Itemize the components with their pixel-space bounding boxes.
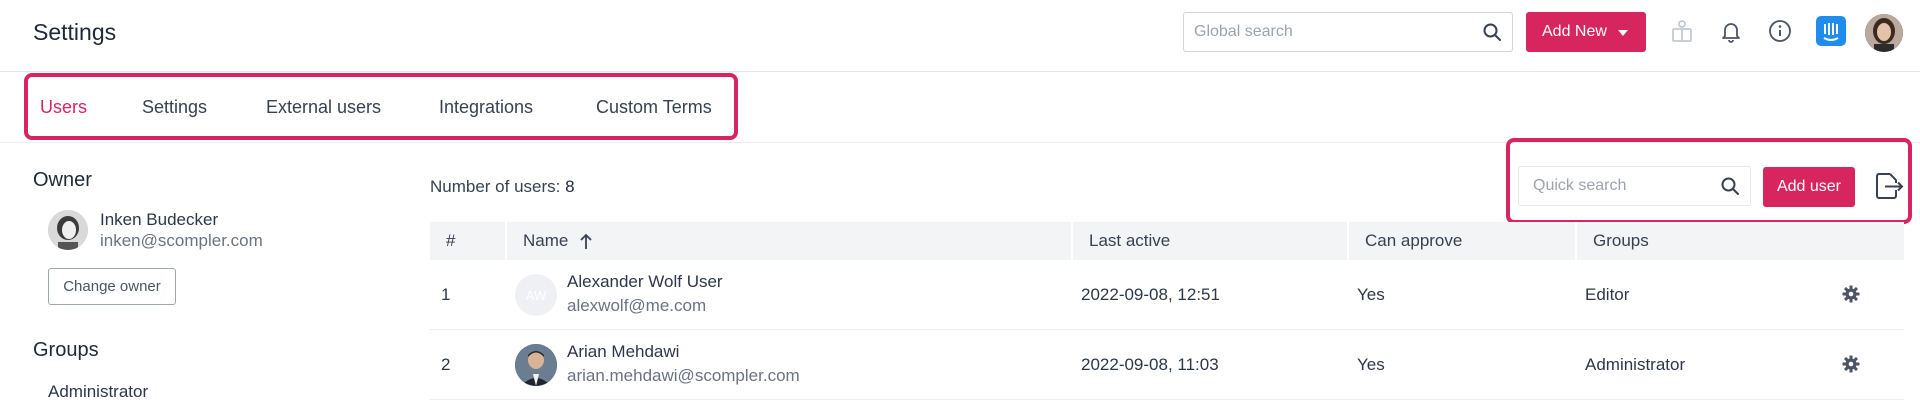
owner-avatar bbox=[48, 210, 88, 250]
intercom-glyph bbox=[1823, 23, 1839, 41]
can-approve: Yes bbox=[1357, 355, 1385, 374]
column-header-last-active[interactable]: Last active bbox=[1071, 222, 1347, 260]
tab-custom-terms[interactable]: Custom Terms bbox=[596, 97, 712, 118]
row-index: 1 bbox=[441, 285, 451, 304]
user-count: Number of users: 8 bbox=[430, 177, 575, 197]
add-new-button[interactable]: Add New bbox=[1526, 12, 1646, 52]
tab-settings[interactable]: Settings bbox=[142, 97, 207, 118]
search-icon[interactable] bbox=[1720, 176, 1740, 196]
gear-icon[interactable] bbox=[1842, 355, 1860, 373]
bell-icon[interactable] bbox=[1718, 18, 1744, 44]
owner-email: inken@scompler.com bbox=[100, 231, 263, 250]
global-search[interactable] bbox=[1183, 12, 1513, 52]
arrow-up-icon bbox=[580, 233, 592, 249]
last-active: 2022-09-08, 11:03 bbox=[1081, 355, 1219, 374]
last-active: 2022-09-08, 12:51 bbox=[1081, 285, 1220, 304]
avatar: AW bbox=[515, 274, 557, 316]
owner-name: Inken Budecker bbox=[100, 210, 219, 229]
column-header-index: # bbox=[446, 231, 456, 250]
user-group: Editor bbox=[1585, 285, 1630, 304]
user-avatar[interactable] bbox=[1865, 14, 1903, 52]
tab-external-users[interactable]: External users bbox=[266, 97, 381, 118]
groups-heading: Groups bbox=[33, 339, 99, 361]
page-title: Settings bbox=[33, 19, 117, 45]
user-name[interactable]: Alexander Wolf User bbox=[567, 272, 723, 292]
info-icon[interactable] bbox=[1767, 18, 1793, 44]
tab-integrations[interactable]: Integrations bbox=[439, 97, 533, 118]
search-icon[interactable] bbox=[1482, 22, 1502, 42]
gear-icon[interactable] bbox=[1842, 285, 1860, 303]
row-index: 2 bbox=[441, 355, 451, 374]
user-group: Administrator bbox=[1585, 355, 1686, 374]
quick-search-input[interactable] bbox=[1533, 167, 1713, 205]
group-item-administrator[interactable]: Administrator bbox=[48, 382, 148, 402]
column-header-name[interactable]: Name bbox=[505, 222, 1071, 260]
user-count-label: Number of users: bbox=[430, 177, 561, 196]
change-owner-button[interactable]: Change owner bbox=[48, 268, 176, 305]
table-row[interactable]: 1 AW Alexander Wolf User alexwolf@me.com… bbox=[430, 260, 1904, 330]
avatar bbox=[515, 344, 557, 386]
book-icon[interactable] bbox=[1669, 18, 1695, 44]
user-email: arian.mehdawi@scompler.com bbox=[567, 366, 800, 385]
export-icon[interactable] bbox=[1872, 170, 1904, 202]
top-header: Settings Add New bbox=[0, 0, 1920, 72]
add-new-label: Add New bbox=[1542, 23, 1607, 40]
owner-avatar-graphic bbox=[48, 210, 88, 250]
user-name[interactable]: Arian Mehdawi bbox=[567, 342, 679, 362]
column-header-name-label: Name bbox=[523, 231, 569, 250]
column-header-groups[interactable]: Groups bbox=[1575, 222, 1904, 260]
settings-tabs: Users Settings External users Integratio… bbox=[24, 73, 738, 140]
users-table: # Name Last active Can approve Groups 1 … bbox=[430, 222, 1904, 400]
user-count-value: 8 bbox=[565, 177, 575, 196]
table-header: # Name Last active Can approve Groups bbox=[430, 222, 1904, 260]
can-approve: Yes bbox=[1357, 285, 1385, 304]
owner-heading: Owner bbox=[33, 169, 92, 191]
user-email: alexwolf@me.com bbox=[567, 296, 707, 315]
tab-users[interactable]: Users bbox=[40, 97, 87, 118]
global-search-input[interactable] bbox=[1194, 13, 1464, 51]
column-header-can-approve[interactable]: Can approve bbox=[1347, 222, 1575, 260]
avatar-graphic bbox=[1865, 14, 1903, 52]
avatar-graphic bbox=[515, 344, 557, 386]
table-row[interactable]: 2 Arian Mehdawi arian.mehdawi@scompler.c… bbox=[430, 330, 1904, 400]
intercom-icon[interactable] bbox=[1816, 16, 1846, 46]
quick-search[interactable] bbox=[1518, 166, 1751, 206]
add-user-button[interactable]: Add user bbox=[1763, 167, 1855, 207]
caret-down-icon bbox=[1618, 30, 1628, 36]
